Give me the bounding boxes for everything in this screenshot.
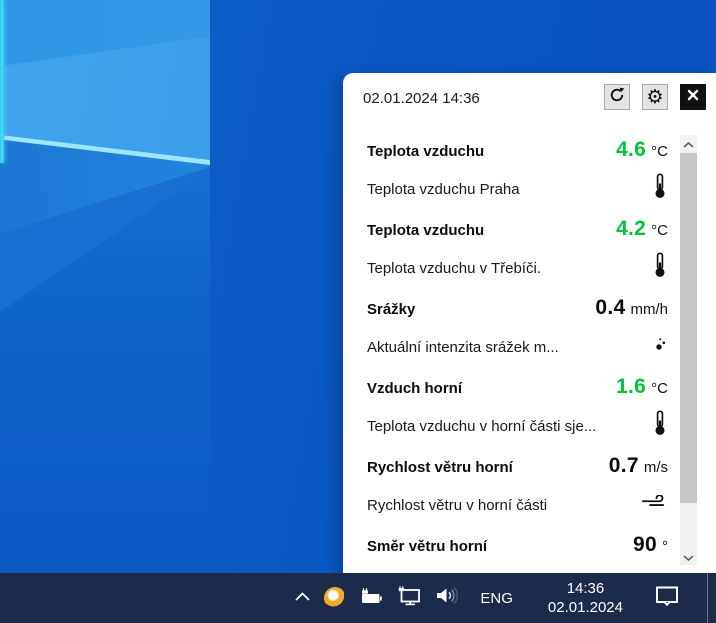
close-button[interactable] <box>680 84 706 110</box>
network-status-button[interactable] <box>397 573 422 623</box>
taskbar: ENG 14:36 02.01.2024 <box>0 573 716 623</box>
chevron-up-icon <box>683 135 694 153</box>
system-tray: ENG 14:36 02.01.2024 <box>294 573 716 623</box>
sensor-title: Teplota vzduchu <box>367 143 484 160</box>
app-ring-icon <box>324 587 346 609</box>
sensor-value-number: 4.2 <box>616 217 646 240</box>
action-center-icon <box>654 584 680 612</box>
volume-button[interactable] <box>435 573 461 623</box>
sensor-value-unit: °C <box>651 222 668 239</box>
sensor-title: Směr větru horní <box>367 538 487 555</box>
thermometer-icon <box>641 252 667 278</box>
scrollbar-thumb[interactable] <box>680 153 697 503</box>
scrollbar[interactable] <box>680 135 697 565</box>
sensor-description: Teplota vzduchu v Třebíči. <box>367 260 541 277</box>
sensor-title: Teplota vzduchu <box>367 222 484 239</box>
scroll-up-button[interactable] <box>680 135 697 152</box>
sensor-value: 1.6 °C <box>616 375 668 399</box>
sensor-description: Rychlost větru v horní části <box>367 497 547 514</box>
sensor-value: 0.7 m/s <box>609 454 668 478</box>
weather-widget-panel: 02.01.2024 14:36 ⚙ <box>343 73 716 573</box>
wallpaper-beams <box>0 0 210 573</box>
refresh-button[interactable] <box>604 84 630 110</box>
settings-button[interactable]: ⚙ <box>642 84 668 110</box>
sensor-title: Vzduch horní <box>367 380 462 397</box>
sensor-description: Teplota vzduchu Praha <box>367 181 520 198</box>
drizzle-icon <box>641 331 667 357</box>
taskbar-clock[interactable]: 14:36 02.01.2024 <box>548 579 623 618</box>
tray-app-button[interactable] <box>324 573 346 623</box>
sensor-value: 0.4 mm/h <box>595 296 668 320</box>
volume-icon <box>435 586 461 610</box>
sensor-row[interactable]: Rychlost větru horní 0.7 m/s Rychlost vět… <box>367 451 668 530</box>
close-icon <box>687 88 699 106</box>
scroll-down-button[interactable] <box>680 548 697 565</box>
sensor-list: Teplota vzduchu 4.6 °C Teplota vzduchu Pr… <box>367 135 668 573</box>
sensor-description: Teplota vzduchu v horní části sje... <box>367 418 596 435</box>
sensor-row[interactable]: Teplota vzduchu 4.2 °C Teplota vzduchu v … <box>367 214 668 293</box>
taskbar-date: 02.01.2024 <box>548 598 623 618</box>
sensor-row[interactable]: Teplota vzduchu 4.6 °C Teplota vzduchu Pr… <box>367 135 668 214</box>
sensor-value: 4.2 °C <box>616 217 668 241</box>
show-desktop-button[interactable] <box>707 573 708 623</box>
sensor-value-number: 4.6 <box>616 138 646 161</box>
chevron-down-icon <box>683 548 694 566</box>
panel-datetime: 02.01.2024 14:36 <box>363 90 480 107</box>
gear-icon: ⚙ <box>646 88 663 107</box>
sensor-value: 4.6 °C <box>616 138 668 162</box>
action-center-button[interactable] <box>654 573 680 623</box>
taskbar-time: 14:36 <box>548 579 623 599</box>
sensor-value-unit: ° <box>662 538 668 555</box>
refresh-icon <box>608 86 626 109</box>
sensor-title: Srážky <box>367 301 415 318</box>
sensor-row[interactable]: Směr větru horní 90 ° <box>367 530 668 573</box>
sensor-value-number: 90 <box>633 533 657 556</box>
sensor-value-number: 0.7 <box>609 454 639 477</box>
sensor-value-unit: °C <box>651 143 668 160</box>
sensor-value-number: 0.4 <box>595 296 625 319</box>
sensor-value-number: 1.6 <box>616 375 646 398</box>
sensor-row[interactable]: Vzduch horní 1.6 °C Teplota vzduchu v hor… <box>367 372 668 451</box>
battery-charging-icon <box>359 586 384 611</box>
network-ethernet-icon <box>397 585 422 611</box>
wallpaper-cyan-edge <box>0 0 4 163</box>
language-indicator[interactable]: ENG <box>474 573 519 623</box>
panel-header: 02.01.2024 14:36 ⚙ <box>343 73 716 135</box>
wind-icon <box>641 489 667 515</box>
thermometer-icon <box>641 410 667 436</box>
battery-status-button[interactable] <box>359 573 384 623</box>
sensor-value-unit: m/s <box>644 459 668 476</box>
chevron-up-icon <box>294 589 311 607</box>
desktop: 02.01.2024 14:36 ⚙ <box>0 0 716 623</box>
show-hidden-icons-button[interactable] <box>294 573 311 623</box>
sensor-description: Aktuální intenzita srážek m... <box>367 339 559 356</box>
thermometer-icon <box>641 173 667 199</box>
sensor-title: Rychlost větru horní <box>367 459 513 476</box>
sensor-value-unit: mm/h <box>631 301 669 318</box>
sensor-row[interactable]: Srážky 0.4 mm/h Aktuální intenzita srážek… <box>367 293 668 372</box>
sensor-value-unit: °C <box>651 380 668 397</box>
sensor-value: 90 ° <box>633 533 668 557</box>
